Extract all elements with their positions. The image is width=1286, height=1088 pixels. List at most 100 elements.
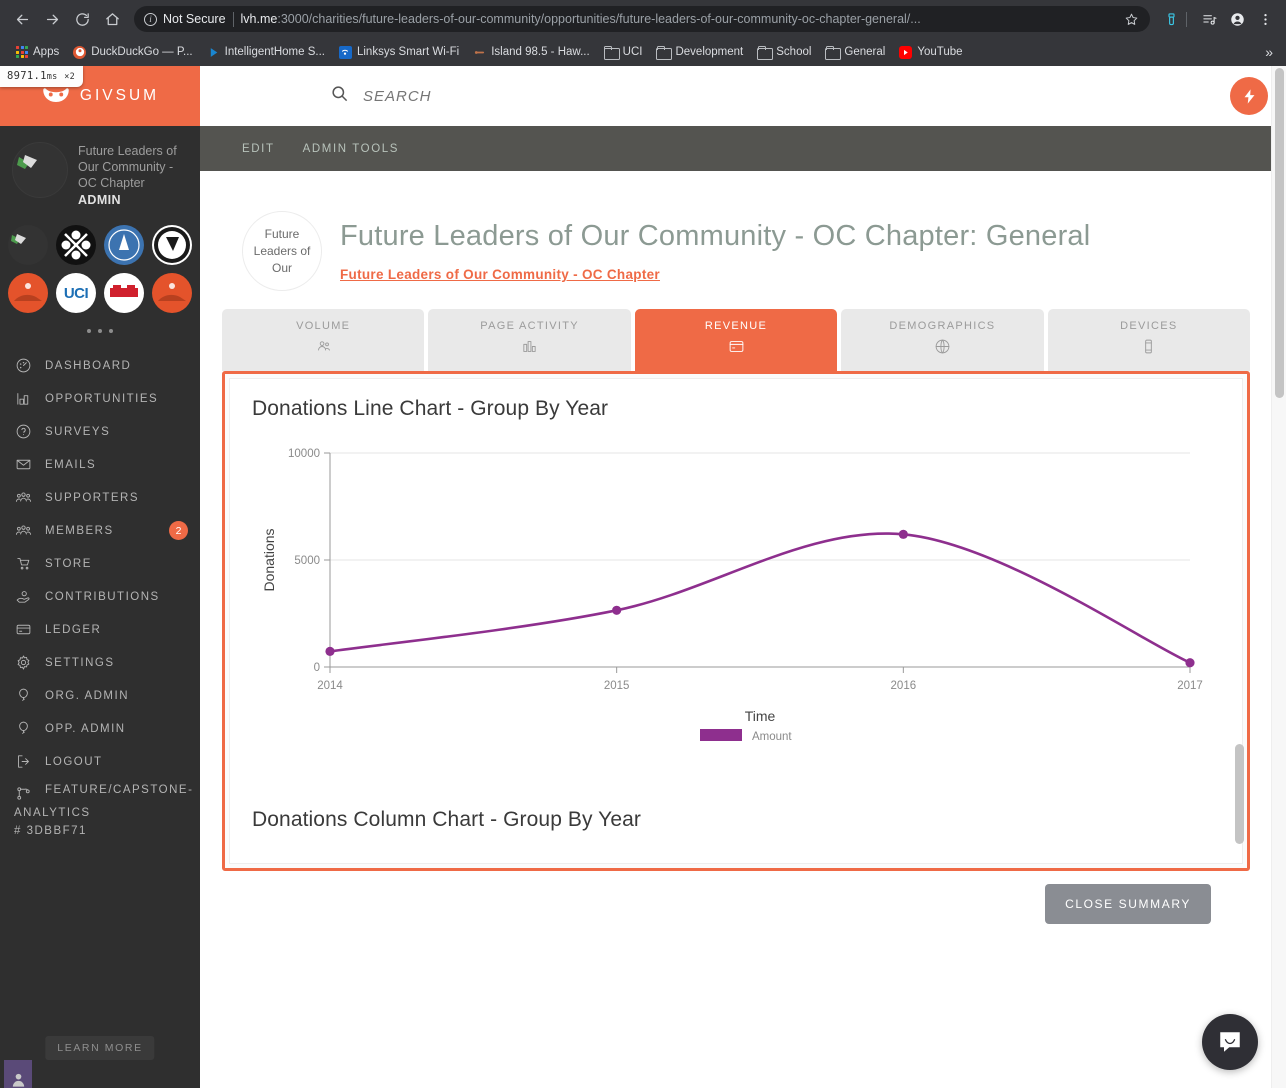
user-avatar-icon[interactable] <box>4 1060 32 1088</box>
org-avatar-uci[interactable]: UCI <box>56 273 96 313</box>
svg-text:2014: 2014 <box>317 680 343 692</box>
bookmark-development[interactable]: Development <box>649 44 750 60</box>
balloon-icon <box>14 687 32 705</box>
panel-scrollbar[interactable] <box>1235 744 1244 844</box>
envelope-icon <box>14 456 32 474</box>
analytics-panel: Donations Line Chart - Group By Year 0 50… <box>222 371 1250 924</box>
url-path: :3000/charities/future-leaders-of-our-co… <box>277 12 921 26</box>
tab-volume[interactable]: VOLUME <box>222 309 425 371</box>
sidebar-item-logout[interactable]: LOGOUT <box>0 745 200 778</box>
org-avatar-cross-hearts[interactable] <box>56 225 96 265</box>
current-org-avatar[interactable] <box>12 142 68 198</box>
close-summary-button[interactable]: CLOSE SUMMARY <box>1045 884 1211 924</box>
sidebar-item-contributions[interactable]: CONTRIBUTIONS <box>0 580 200 613</box>
bookmark-uci[interactable]: UCI <box>597 44 650 60</box>
perf-value: 8971.1 <box>7 70 47 82</box>
org-block[interactable]: Future Leaders of Our Community - OC Cha… <box>0 126 200 211</box>
sidebar-item-label: ORG. ADMIN <box>45 689 130 702</box>
organization-logo: Future Leaders of Our <box>242 211 322 291</box>
sidebar-item-settings[interactable]: SETTINGS <box>0 646 200 679</box>
sidebar-item-members[interactable]: MEMBERS 2 <box>0 514 200 547</box>
bookmark-apps[interactable]: Apps <box>9 44 66 60</box>
current-org-avatar[interactable] <box>8 225 48 265</box>
sidebar-item-org-admin[interactable]: ORG. ADMIN <box>0 679 200 712</box>
search-bar[interactable] <box>330 84 683 108</box>
bookmark-linksys[interactable]: Linksys Smart Wi-Fi <box>332 44 466 61</box>
org-avatar-blue-seal[interactable] <box>104 225 144 265</box>
sidebar-item-store[interactable]: STORE <box>0 547 200 580</box>
security-label: Not Secure <box>163 12 226 26</box>
sidebar-item-opportunities[interactable]: OPPORTUNITIES <box>0 382 200 415</box>
breadcrumb[interactable]: Future Leaders of Our Community - OC Cha… <box>340 267 660 282</box>
edit-link[interactable]: EDIT <box>242 143 275 155</box>
profile-avatar-icon[interactable] <box>1224 6 1250 32</box>
sidebar-item-branch[interactable]: FEATURE/CAPSTONE- <box>0 778 200 802</box>
bookmark-label: Apps <box>33 46 60 58</box>
chrome-menu-icon[interactable] <box>1252 6 1278 32</box>
admin-tools-link[interactable]: ADMIN TOOLS <box>303 143 399 155</box>
gear-icon <box>14 654 32 672</box>
sidebar: GIVSUM 8971.1ms ×2 Future Leaders of Our… <box>0 66 200 1088</box>
home-icon[interactable] <box>98 5 126 33</box>
bookmark-duckduckgo[interactable]: DuckDuckGo — P... <box>66 44 199 61</box>
org-avatar-orange-hands[interactable] <box>8 273 48 313</box>
page-header: Future Leaders of Our Future Leaders of … <box>222 211 1250 291</box>
address-bar[interactable]: i Not Secure lvh.me:3000/charities/futur… <box>134 6 1150 32</box>
tab-page-activity[interactable]: PAGE ACTIVITY <box>428 309 631 371</box>
sidebar-item-label: SURVEYS <box>45 425 111 438</box>
bookmark-island985[interactable]: Island 98.5 - Haw... <box>466 44 596 61</box>
forward-arrow-icon[interactable] <box>38 5 66 33</box>
learn-more-button[interactable]: LEARN MORE <box>45 1036 155 1060</box>
org-name: Future Leaders of Our Community - OC Cha… <box>78 144 177 190</box>
bookmarks-overflow-icon[interactable]: » <box>1265 44 1277 60</box>
sidebar-item-opp-admin[interactable]: OPP. ADMIN <box>0 712 200 745</box>
sidebar-item-label: MEMBERS <box>45 524 114 537</box>
branch-name-line2: ANALYTICS <box>14 807 91 819</box>
org-avatar-orange-hands-2[interactable] <box>152 273 192 313</box>
back-arrow-icon[interactable] <box>8 5 36 33</box>
reload-icon[interactable] <box>68 5 96 33</box>
sidebar-item-label: CONTRIBUTIONS <box>45 590 160 603</box>
tab-devices[interactable]: DEVICES <box>1047 309 1251 371</box>
folder-icon <box>757 46 774 60</box>
tab-revenue[interactable]: REVENUE <box>634 309 838 371</box>
bookmark-school[interactable]: School <box>750 44 818 60</box>
admin-bar: EDIT ADMIN TOOLS <box>200 126 1286 171</box>
tab-demographics[interactable]: DEMOGRAPHICS <box>841 309 1044 371</box>
duckduckgo-icon <box>73 45 87 59</box>
org-switcher-more-icon[interactable] <box>0 313 200 343</box>
bookmark-intelligenthome[interactable]: IntelligentHome S... <box>200 44 332 61</box>
bookmark-label: IntelligentHome S... <box>224 46 325 58</box>
branch-details: ANALYTICS # 3DBBF71 <box>0 802 200 840</box>
analytics-scroll-area[interactable]: Donations Line Chart - Group By Year 0 50… <box>229 378 1243 864</box>
org-avatar-red-logo[interactable] <box>104 273 144 313</box>
bookmark-label: UCI <box>622 46 643 58</box>
donations-line-chart[interactable]: 0 5000 10000 2014 2015 2016 2017 Donations Time A… <box>252 431 1212 743</box>
wifi-icon <box>338 45 352 59</box>
perf-count: ×2 <box>64 72 76 82</box>
reading-list-icon[interactable] <box>1196 6 1222 32</box>
sidebar-item-dashboard[interactable]: DASHBOARD <box>0 349 200 382</box>
lightning-bolt-icon[interactable] <box>1230 77 1268 115</box>
search-input[interactable] <box>363 87 683 105</box>
sidebar-item-emails[interactable]: EMAILS <box>0 448 200 481</box>
org-avatar-black-seal[interactable] <box>152 225 192 265</box>
sidebar-nav: DASHBOARD OPPORTUNITIES SURVEYS EMAILS S… <box>0 343 200 840</box>
svg-text:2017: 2017 <box>1177 680 1203 692</box>
toolbar-divider <box>1186 11 1187 27</box>
svg-text:Donations: Donations <box>261 528 277 591</box>
globe-icon <box>934 338 951 360</box>
page-scrollbar[interactable] <box>1271 66 1286 1088</box>
sidebar-item-supporters[interactable]: SUPPORTERS <box>0 481 200 514</box>
bookmark-general[interactable]: General <box>818 44 892 60</box>
sidebar-item-ledger[interactable]: LEDGER <box>0 613 200 646</box>
bookmark-youtube[interactable]: YouTube <box>892 44 969 61</box>
svg-text:0: 0 <box>314 662 320 674</box>
intercom-chat-button[interactable] <box>1202 1014 1258 1070</box>
sidebar-item-surveys[interactable]: SURVEYS <box>0 415 200 448</box>
extension-icon[interactable] <box>1158 6 1184 32</box>
browser-toolbar: i Not Secure lvh.me:3000/charities/futur… <box>0 0 1286 38</box>
bookmark-star-icon[interactable] <box>1114 6 1140 32</box>
youtube-icon <box>899 45 913 59</box>
sidebar-item-label: SUPPORTERS <box>45 491 140 504</box>
